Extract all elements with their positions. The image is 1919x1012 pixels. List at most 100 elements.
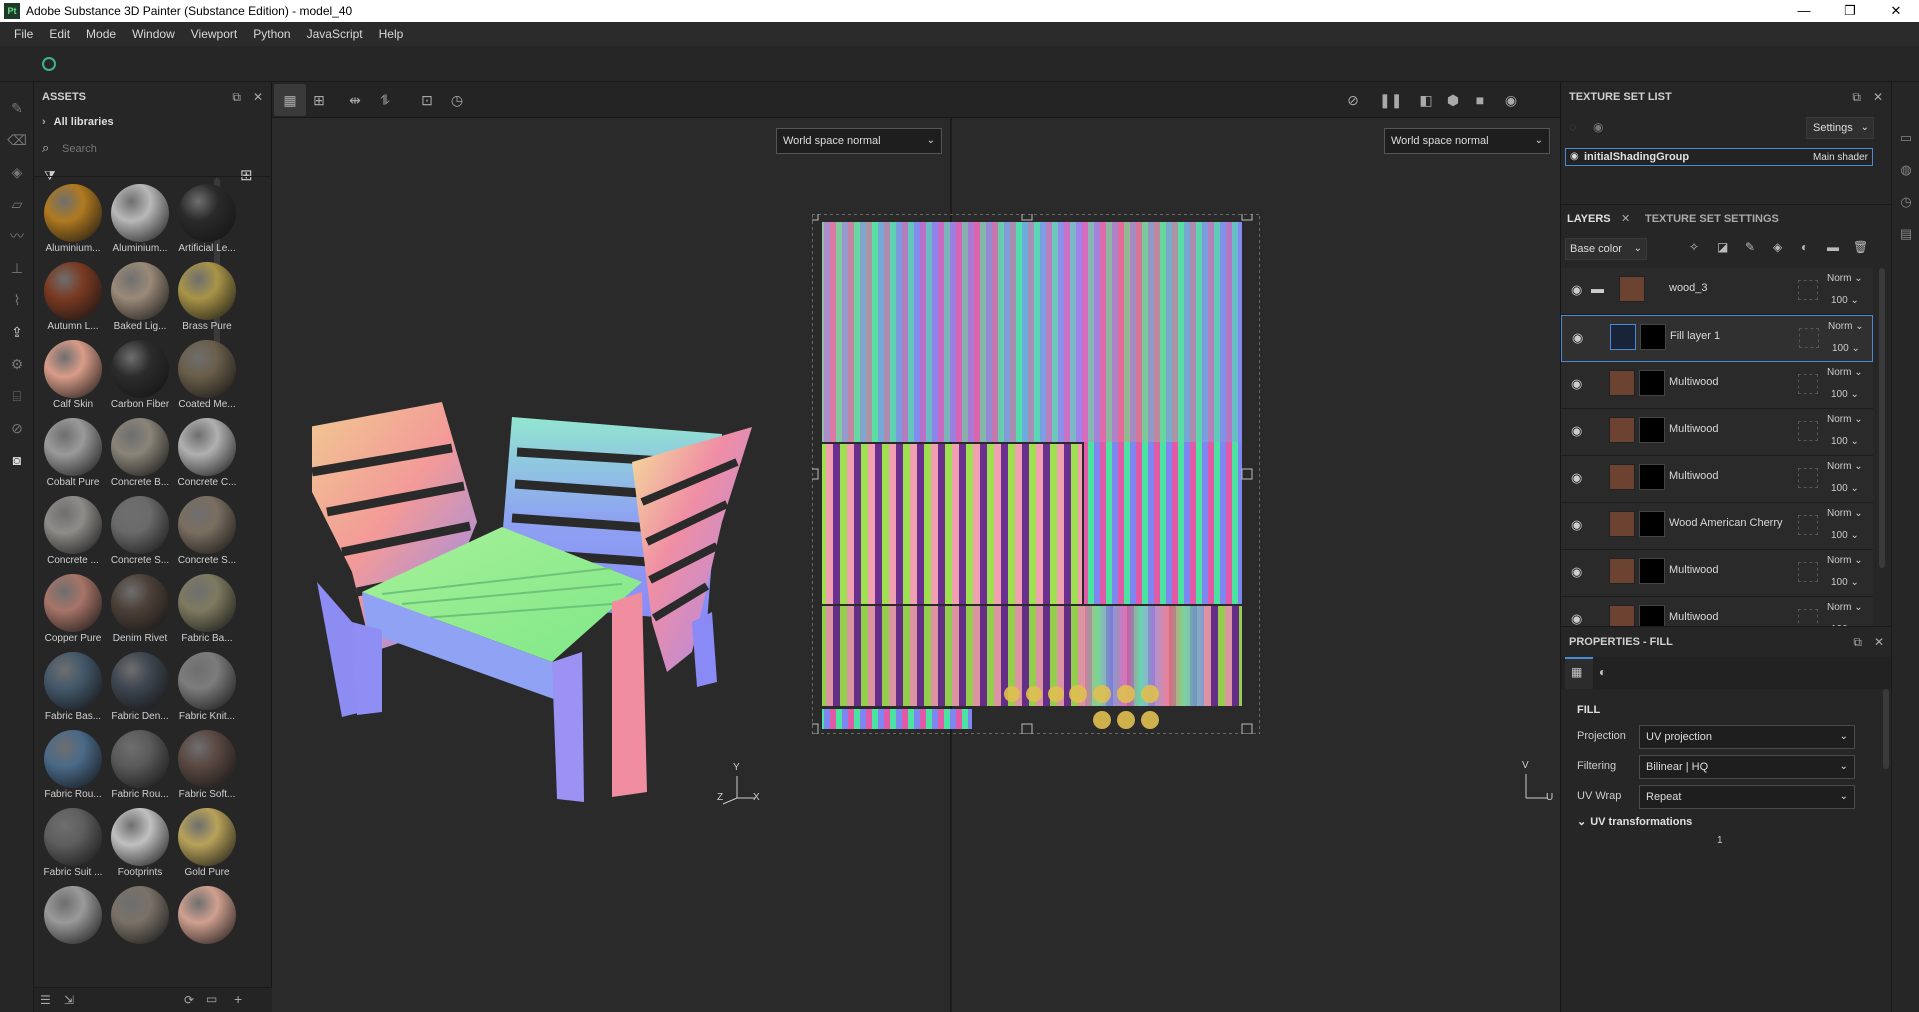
asset-tile[interactable]: Aluminium... [107,182,173,260]
menu-javascript[interactable]: JavaScript [299,27,371,41]
layer-mask-slot[interactable] [1798,280,1818,300]
add-smart-material-icon[interactable]: ◐ [1801,240,1808,254]
asset-tile[interactable]: Baked Lig... [107,260,173,338]
layer-row[interactable]: ◉ Multiwood Norm ⌄ 100 ⌄ [1561,456,1873,503]
asset-tile[interactable] [174,884,240,962]
channel-dropdown[interactable]: Base color ⌄ [1565,238,1647,260]
float-panel-icon[interactable]: ⧉ [1852,90,1861,105]
menu-edit[interactable]: Edit [41,27,78,41]
minimize-button[interactable]: — [1781,0,1827,22]
layer-mask-slot[interactable] [1799,328,1819,348]
projection-icon[interactable]: ◈ [0,156,34,188]
camera-video-icon[interactable]: ■ [1469,90,1491,110]
eye-icon[interactable]: ◉ [1571,517,1582,533]
eye-icon[interactable]: ◉ [1571,611,1582,626]
delete-icon[interactable]: 🗑 [1853,240,1868,254]
display-settings-icon[interactable]: ▭ [1892,122,1919,154]
eye-icon[interactable]: ◉ [1570,151,1579,162]
asset-tile[interactable] [40,884,106,962]
tab-layers[interactable]: LAYERS [1567,213,1611,225]
left-viewport-channel-dropdown[interactable]: World space normal ⌄ [776,128,942,154]
settings-gear-icon[interactable]: ⚙ [0,348,34,380]
layer-mask-slot[interactable] [1798,609,1818,626]
fill-settings-icon[interactable]: ▦ [1571,665,1582,679]
viewport[interactable]: ▦ ⊞ ⇹ ⥮ ⊡ ◷ ⊘ ❚❚ ◧ ⬢ ■ ◉ World space nor… [272,82,1560,1012]
eye-off-icon[interactable]: ◌ [1569,120,1576,134]
screenshot-icon[interactable]: ◙ [0,444,34,476]
blend-mode-dropdown[interactable]: Norm ⌄ [1827,461,1863,472]
projection-dropdown[interactable]: UV projection ⌄ [1639,725,1855,749]
add-mask-icon[interactable]: ◪ [1717,240,1728,254]
asset-tile[interactable]: Copper Pure [40,572,106,650]
visibility-off-icon[interactable]: ⊘ [1342,90,1364,110]
opacity-dropdown[interactable]: 100 ⌄ [1831,577,1859,588]
mirror-y-icon[interactable]: ⥮ [374,90,396,110]
import-icon[interactable]: ⇲ [64,993,74,1007]
asset-tile[interactable]: Fabric Rou... [40,728,106,806]
asset-tile[interactable]: Concrete S... [107,494,173,572]
properties-scrollbar[interactable] [1883,689,1889,769]
asset-tile[interactable]: Cobalt Pure [40,416,106,494]
asset-tile[interactable]: Concrete B... [107,416,173,494]
opacity-dropdown[interactable]: 100 ⌄ [1831,389,1859,400]
opacity-dropdown[interactable]: 100 ⌄ [1831,436,1859,447]
layer-row[interactable]: ◉ Fill layer 1 Norm ⌄ 100 ⌄ [1561,315,1873,362]
grid-view-icon[interactable]: ⊞ [240,166,253,184]
layers-scrollbar[interactable] [1879,268,1885,568]
history-icon[interactable]: ◷ [446,90,468,110]
pause-icon[interactable]: ❚❚ [1379,90,1402,110]
add-folder-icon[interactable]: ▬ [1827,240,1839,254]
paint-brush-icon[interactable]: ✎ [0,92,34,124]
float-panel-icon[interactable]: ⧉ [1853,635,1862,650]
color-picker-icon[interactable]: ⌇ [0,284,34,316]
uv-transformations-toggle[interactable]: ⌄ UV transformations [1577,815,1692,828]
eye-icon[interactable]: ◉ [1571,564,1582,580]
frame-icon[interactable]: ⊡ [416,90,438,110]
opacity-dropdown[interactable]: 100 ⌄ [1831,530,1859,541]
asset-tile[interactable]: Brass Pure [174,260,240,338]
asset-tile[interactable]: Fabric Knit... [174,650,240,728]
add-effect-icon[interactable]: ✧ [1689,240,1699,254]
opacity-dropdown[interactable]: 100 ⌄ [1832,343,1860,354]
asset-tile[interactable]: Artificial Le... [174,182,240,260]
eraser-icon[interactable]: ⌫ [0,124,34,156]
layer-row[interactable]: ◉ Multiwood Norm ⌄ 100 ⌄ [1561,409,1873,456]
library-breadcrumb[interactable]: › All libraries [42,116,114,128]
layer-mask-slot[interactable] [1798,515,1818,535]
asset-tile[interactable]: Gold Pure [174,806,240,884]
layer-row[interactable]: ◉ ▬ wood_3 Norm ⌄ 100 ⌄ [1561,268,1873,315]
menu-python[interactable]: Python [245,27,298,41]
blend-mode-dropdown[interactable]: Norm ⌄ [1827,508,1863,519]
asset-tile[interactable] [107,884,173,962]
close-panel-icon[interactable]: ✕ [253,90,263,104]
asset-tile[interactable]: Denim Rivet [107,572,173,650]
menu-help[interactable]: Help [371,27,412,41]
eye-icon[interactable]: ◉ [1571,282,1582,298]
asset-tile[interactable]: Concrete S... [174,494,240,572]
asset-tile[interactable]: Concrete ... [40,494,106,572]
list-view-icon[interactable]: ☰ [40,993,51,1007]
asset-tile[interactable]: Fabric Rou... [107,728,173,806]
asset-tile[interactable]: Fabric Bas... [40,650,106,728]
asset-tile[interactable]: Fabric Soft... [174,728,240,806]
search-input[interactable] [62,139,248,159]
blend-mode-dropdown[interactable]: Norm ⌄ [1827,367,1863,378]
layout-2d3d-icon[interactable]: ▦ [279,90,301,110]
asset-tile[interactable]: Calf Skin [40,338,106,416]
layer-row[interactable]: ◉ Multiwood Norm ⌄ 100 ⌄ [1561,362,1873,409]
add-icon[interactable]: + [234,991,242,1007]
asset-tile[interactable]: Carbon Fiber [107,338,173,416]
maximize-button[interactable]: ❐ [1827,0,1873,22]
layer-row[interactable]: ◉ Wood American Cherry Norm ⌄ 100 ⌄ [1561,503,1873,550]
eye-icon[interactable]: ◉ [1571,470,1582,486]
asset-tile[interactable]: Concrete C... [174,416,240,494]
blend-mode-dropdown[interactable]: Norm ⌄ [1827,414,1863,425]
opacity-dropdown[interactable]: 100 ⌄ [1831,295,1859,306]
layer-mask-slot[interactable] [1798,421,1818,441]
shader-settings-icon[interactable]: ◍ [1892,154,1919,186]
bake-icon[interactable]: ⌸ [0,380,34,412]
blend-mode-dropdown[interactable]: Norm ⌄ [1827,555,1863,566]
asset-search[interactable]: ⌕ [40,138,254,160]
add-fill-layer-icon[interactable]: ◈ [1773,240,1782,254]
eye-icon[interactable]: ◉ [1593,120,1603,134]
